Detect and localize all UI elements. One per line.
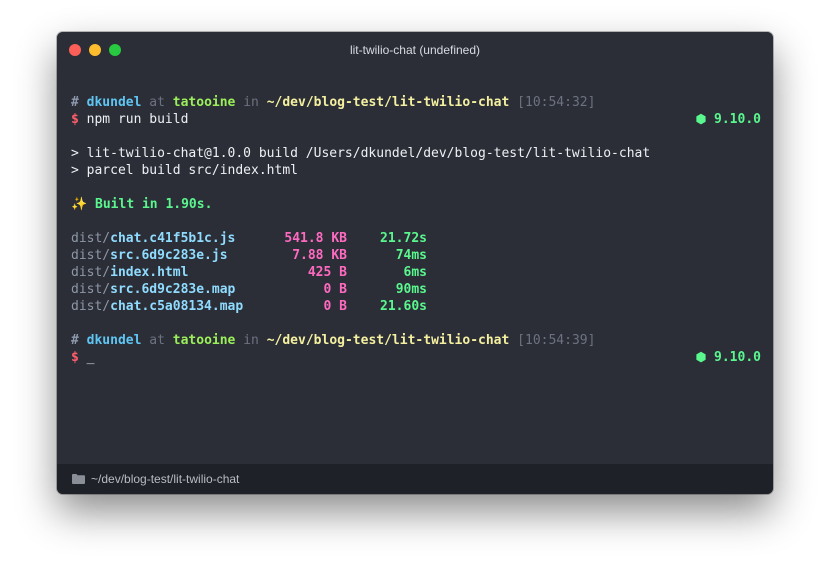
input-line[interactable]: $ _ ⬢ 9.10.0	[71, 349, 761, 366]
prompt-in: in	[243, 95, 259, 110]
file-row: dist/index.html 425 B 6ms	[71, 264, 761, 281]
file-size: 425 B	[307, 265, 347, 280]
terminal-window[interactable]: lit-twilio-chat (undefined) # dkundel at…	[57, 32, 773, 494]
file-dir: dist/	[71, 231, 111, 246]
file-time: 21.60s	[380, 299, 427, 314]
build-result-text: Built in 1.90s.	[95, 197, 213, 212]
prompt-user: dkundel	[86, 333, 142, 348]
prompt-line: # dkundel at tatooine in ~/dev/blog-test…	[71, 94, 761, 111]
hexagon-icon: ⬢	[695, 350, 707, 364]
file-row: dist/chat.c5a08134.map 0 B 21.60s	[71, 298, 761, 315]
prompt-host: tatooine	[172, 333, 236, 348]
command-text: npm run build	[86, 112, 189, 127]
prompt-path: ~/dev/blog-test/lit-twilio-chat	[266, 333, 510, 348]
file-dir: dist/	[71, 265, 111, 280]
node-version-badge: ⬢ 9.10.0	[696, 349, 761, 366]
file-time: 21.72s	[380, 231, 427, 246]
file-size: 0 B	[323, 282, 347, 297]
file-name: chat.c5a08134.map	[110, 299, 244, 314]
prompt-user: dkundel	[86, 95, 142, 110]
output-line: > lit-twilio-chat@1.0.0 build /Users/dku…	[71, 146, 651, 161]
title-bar[interactable]: lit-twilio-chat (undefined)	[57, 32, 773, 68]
file-name: chat.c41f5b1c.js	[110, 231, 236, 246]
file-row: dist/src.6d9c283e.map 0 B 90ms	[71, 281, 761, 298]
output-line: > parcel build src/index.html	[71, 163, 298, 178]
prompt-at: at	[149, 95, 165, 110]
prompt-at: at	[149, 333, 165, 348]
sparkles-icon: ✨	[71, 197, 88, 212]
file-name: src.6d9c283e.js	[110, 248, 228, 263]
prompt-hash: #	[71, 95, 79, 110]
file-row: dist/src.6d9c283e.js 7.88 KB 74ms	[71, 247, 761, 264]
prompt-line: # dkundel at tatooine in ~/dev/blog-test…	[71, 332, 761, 349]
build-result-line: ✨ Built in 1.90s.	[71, 196, 761, 213]
prompt-dollar: $	[71, 350, 79, 365]
file-size: 0 B	[323, 299, 347, 314]
terminal-output[interactable]: # dkundel at tatooine in ~/dev/blog-test…	[71, 94, 761, 366]
prompt-time: [10:54:32]	[517, 95, 596, 110]
hexagon-icon: ⬢	[695, 112, 707, 126]
command-line: $ npm run build ⬢ 9.10.0	[71, 111, 761, 128]
prompt-host: tatooine	[172, 95, 236, 110]
folder-icon	[72, 474, 85, 484]
file-time: 6ms	[403, 265, 427, 280]
file-size: 7.88 KB	[292, 248, 347, 263]
prompt-dollar: $	[71, 112, 79, 127]
file-name: index.html	[110, 265, 189, 280]
file-name: src.6d9c283e.map	[110, 282, 236, 297]
prompt-hash: #	[71, 333, 79, 348]
prompt-path: ~/dev/blog-test/lit-twilio-chat	[266, 95, 510, 110]
file-time: 74ms	[395, 248, 427, 263]
node-version: 9.10.0	[714, 350, 761, 365]
file-dir: dist/	[71, 248, 111, 263]
node-version-badge: ⬢ 9.10.0	[696, 111, 761, 128]
status-path: ~/dev/blog-test/lit-twilio-chat	[91, 472, 240, 486]
prompt-in: in	[243, 333, 259, 348]
file-size: 541.8 KB	[284, 231, 347, 246]
file-time: 90ms	[395, 282, 427, 297]
cursor: _	[86, 350, 95, 365]
prompt-time: [10:54:39]	[517, 333, 596, 348]
file-dir: dist/	[71, 299, 111, 314]
window-title: lit-twilio-chat (undefined)	[349, 43, 481, 57]
file-row: dist/chat.c41f5b1c.js 541.8 KB 21.72s	[71, 230, 761, 247]
node-version: 9.10.0	[714, 112, 761, 127]
status-bar: ~/dev/blog-test/lit-twilio-chat	[57, 464, 773, 494]
file-dir: dist/	[71, 282, 111, 297]
